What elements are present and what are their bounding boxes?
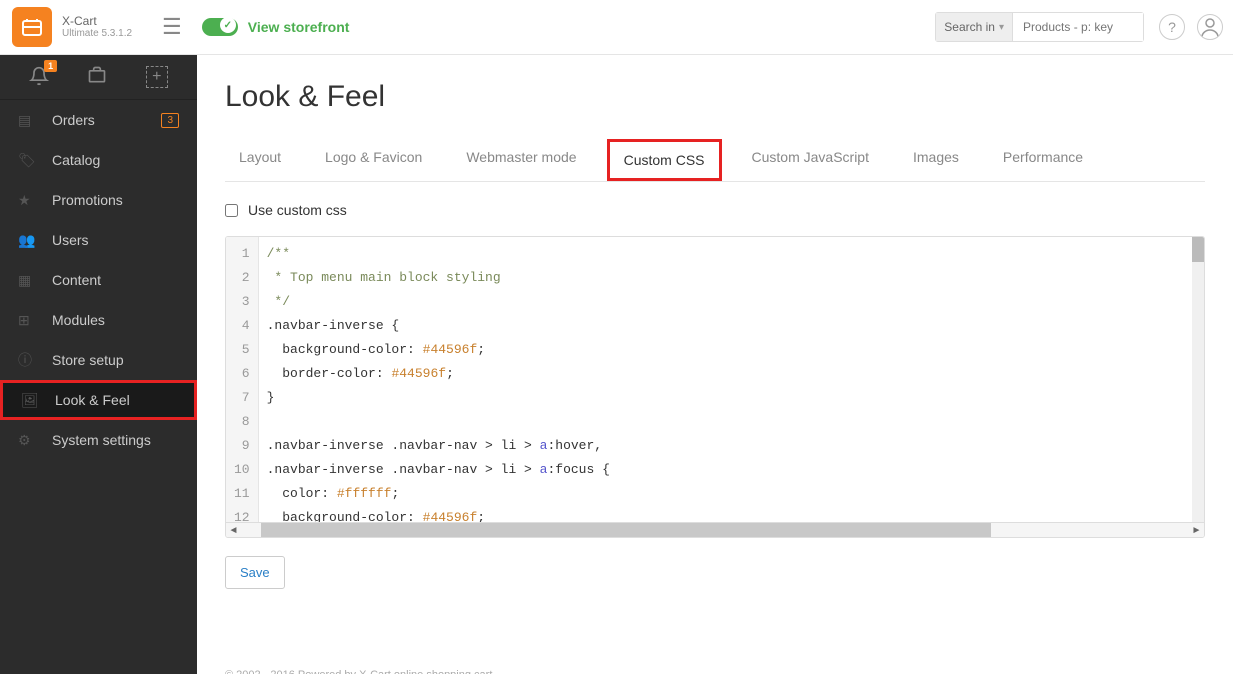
catalog-icon: 🏷 (18, 152, 38, 169)
nav-system-settings[interactable]: ⚙ System settings (0, 420, 197, 460)
notifications-badge: 1 (44, 60, 57, 72)
nav-catalog[interactable]: 🏷 Catalog (0, 140, 197, 180)
nav-store-setup[interactable]: ⓘ Store setup (0, 340, 197, 380)
nav-promotions[interactable]: ★ Promotions (0, 180, 197, 220)
use-custom-css-checkbox[interactable] (225, 204, 238, 217)
editor-hscroll[interactable]: ◄► (226, 522, 1204, 537)
nav-content[interactable]: ▦ Content (0, 260, 197, 300)
menu-toggle-icon[interactable]: ☰ (162, 14, 182, 40)
look-feel-icon: 🖼 (21, 392, 41, 409)
tab-images[interactable]: Images (899, 139, 973, 181)
quick-add-icon[interactable]: + (146, 66, 168, 88)
storefront-toggle[interactable] (202, 18, 238, 36)
modules-icon: ⊞ (18, 312, 38, 329)
storefront-label: View storefront (248, 19, 350, 35)
top-right: Search in ? (935, 12, 1223, 42)
tab-custom-js[interactable]: Custom JavaScript (738, 139, 883, 181)
promotions-icon: ★ (18, 192, 38, 209)
user-icon[interactable] (1197, 14, 1223, 40)
brand-version: Ultimate 5.3.1.2 (62, 28, 132, 40)
system-settings-icon: ⚙ (18, 432, 38, 449)
store-setup-icon: ⓘ (18, 350, 38, 370)
page-title: Look & Feel (225, 80, 1205, 114)
save-button[interactable]: Save (225, 556, 285, 589)
tab-logo-favicon[interactable]: Logo & Favicon (311, 139, 436, 181)
tab-webmaster[interactable]: Webmaster mode (452, 139, 590, 181)
nav-users[interactable]: 👥 Users (0, 220, 197, 260)
use-custom-css-row: Use custom css (225, 202, 1205, 218)
nav-orders[interactable]: ▤ Orders 3 (0, 100, 197, 140)
tab-custom-css[interactable]: Custom CSS (607, 139, 722, 181)
storefront-link[interactable]: View storefront (202, 18, 350, 36)
brand-text: X-Cart Ultimate 5.3.1.2 (62, 14, 132, 40)
nav-modules[interactable]: ⊞ Modules (0, 300, 197, 340)
users-icon: 👥 (18, 232, 38, 249)
orders-badge: 3 (161, 113, 179, 128)
search-input[interactable] (1013, 13, 1143, 41)
content-icon: ▦ (18, 272, 38, 289)
search-in-dropdown[interactable]: Search in (936, 13, 1013, 41)
orders-icon: ▤ (18, 112, 38, 129)
tab-performance[interactable]: Performance (989, 139, 1097, 181)
main-content: Look & Feel Layout Logo & Favicon Webmas… (197, 55, 1233, 674)
top-bar: X-Cart Ultimate 5.3.1.2 ☰ View storefron… (0, 0, 1233, 55)
nav-look-feel[interactable]: 🖼 Look & Feel (0, 380, 197, 420)
use-custom-css-label: Use custom css (248, 202, 347, 218)
tab-layout[interactable]: Layout (225, 139, 295, 181)
code-lines[interactable]: /** * Top menu main block styling */.nav… (259, 237, 1204, 522)
editor-vscroll[interactable] (1192, 237, 1204, 522)
tabs: Layout Logo & Favicon Webmaster mode Cus… (225, 139, 1205, 182)
help-icon[interactable]: ? (1159, 14, 1185, 40)
search-box: Search in (935, 12, 1144, 42)
marketplace-icon[interactable] (87, 65, 107, 90)
notifications-icon[interactable]: 1 (29, 66, 49, 89)
sidebar: 1 + ▤ Orders 3 🏷 Catalog ★ Promotions 👥 … (0, 55, 197, 674)
logo[interactable] (12, 7, 52, 47)
brand-name: X-Cart (62, 14, 132, 28)
line-gutter: 123456789101112 (226, 237, 259, 522)
code-editor[interactable]: 123456789101112 /** * Top menu main bloc… (225, 236, 1205, 538)
footer-text: © 2002 - 2016 Powered by X-Cart online s… (225, 669, 1205, 674)
sidebar-shortcuts: 1 + (0, 55, 197, 100)
